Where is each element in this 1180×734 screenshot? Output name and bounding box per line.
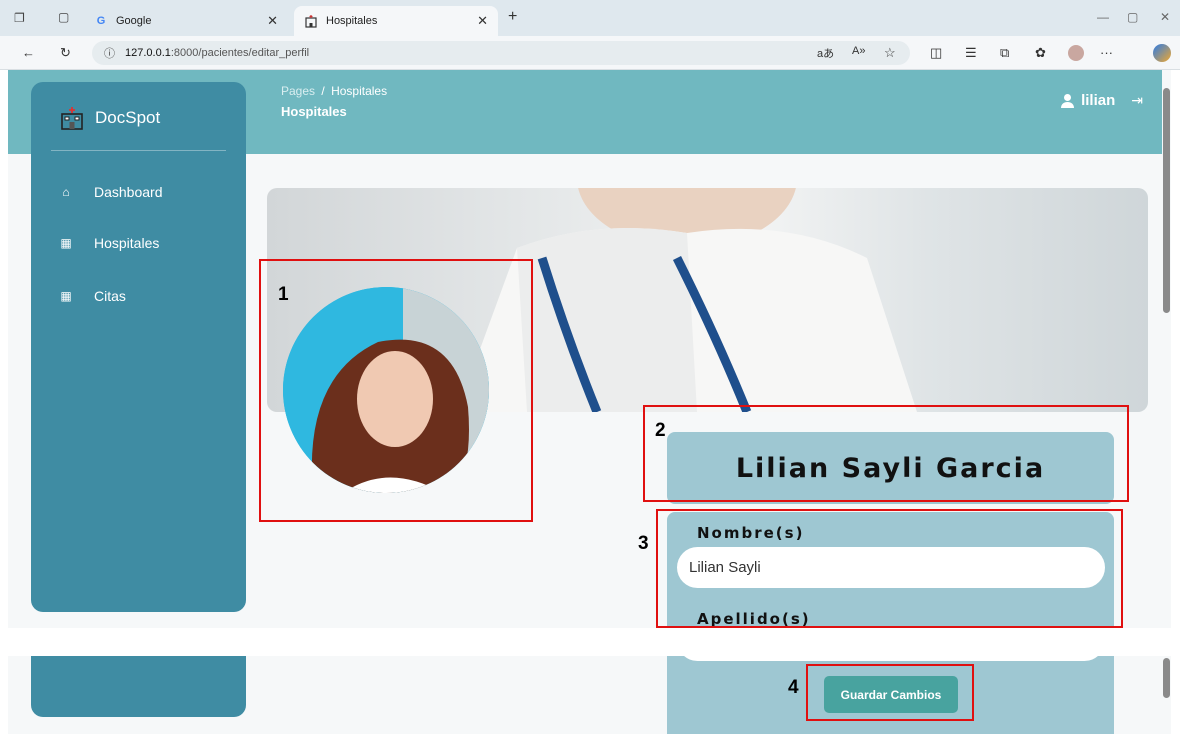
collections-icon[interactable]: ⧉: [1000, 45, 1009, 61]
tab-google-label: Google: [116, 15, 152, 27]
close-tab-icon[interactable]: ✕: [477, 13, 488, 29]
more-icon[interactable]: ···: [1100, 45, 1113, 60]
profile-icon[interactable]: [1068, 45, 1084, 61]
extensions-icon[interactable]: ✿: [1035, 45, 1046, 61]
divider: [51, 150, 226, 151]
scrollbar-lower[interactable]: [1162, 656, 1171, 734]
back-icon[interactable]: ←: [22, 45, 35, 60]
page-title: Hospitales: [281, 104, 347, 119]
scrollbar-thumb[interactable]: [1163, 88, 1170, 313]
screenshot-gap: [0, 628, 1180, 656]
breadcrumb-current: Hospitales: [331, 84, 388, 98]
tab-hospitales[interactable]: Hospitales ✕: [294, 6, 498, 36]
user-menu[interactable]: lilian ⇥: [1060, 92, 1143, 109]
url-host: 127.0.0.1: [125, 47, 171, 59]
sidebar-item-label: Dashboard: [94, 184, 163, 200]
url-field[interactable]: ⓘ 127.0.0.1:8000/pacientes/editar_perfil: [92, 41, 910, 65]
annotation-number-4: 4: [788, 677, 799, 698]
read-aloud-icon[interactable]: A»: [852, 45, 865, 57]
address-bar-row: ← ↻ ⓘ 127.0.0.1:8000/pacientes/editar_pe…: [0, 36, 1180, 70]
close-window-icon[interactable]: ✕: [1160, 10, 1170, 24]
scrollbar[interactable]: [1162, 70, 1171, 628]
restore-icon[interactable]: ▢: [1127, 10, 1138, 24]
building-icon: ▦: [60, 289, 72, 303]
sidebar-item-citas[interactable]: ▦ Citas: [59, 288, 126, 304]
annotation-box-4: [806, 664, 974, 721]
hospital-icon: [59, 106, 85, 130]
apellido-input[interactable]: [677, 656, 1105, 661]
google-icon: G: [96, 15, 106, 27]
minimize-icon[interactable]: —: [1097, 10, 1109, 24]
home-icon: ⌂: [62, 185, 70, 199]
translate-icon[interactable]: aあ: [817, 45, 834, 61]
annotation-number-3: 3: [638, 533, 649, 554]
sidebar-item-label: Hospitales: [94, 235, 160, 251]
new-tab-icon[interactable]: +: [508, 8, 517, 26]
annotation-box-1: [259, 259, 533, 522]
tab-hospitales-label: Hospitales: [326, 15, 378, 27]
brand-name: DocSpot: [95, 108, 161, 127]
brand[interactable]: DocSpot: [59, 106, 160, 130]
sidebar-item-hospitales[interactable]: ▦ Hospitales: [59, 235, 159, 251]
user-icon: [1060, 93, 1075, 108]
workspaces-icon[interactable]: ❐: [14, 11, 25, 25]
favorite-star-icon[interactable]: ☆: [884, 45, 896, 61]
sidebar-item-label: Citas: [94, 288, 126, 304]
building-icon: ▦: [60, 236, 72, 250]
tab-actions-icon[interactable]: ▢: [58, 10, 69, 24]
tab-google[interactable]: G Google ✕: [84, 6, 288, 36]
annotation-number-1: 1: [278, 284, 289, 305]
breadcrumb-root[interactable]: Pages: [281, 84, 315, 98]
refresh-icon[interactable]: ↻: [60, 45, 71, 61]
breadcrumb-separator: /: [321, 84, 325, 98]
hospital-icon: [304, 14, 318, 28]
annotation-number-2: 2: [655, 420, 666, 441]
favorites-icon[interactable]: ☰: [965, 45, 977, 61]
sidebar-bottom: [31, 656, 246, 717]
split-screen-icon[interactable]: ◫: [930, 45, 942, 61]
browser-tab-bar: ❐ ▢ G Google ✕ Hospitales ✕ + — ▢ ✕: [0, 0, 1180, 36]
info-icon[interactable]: ⓘ: [104, 45, 115, 61]
sidebar-item-dashboard[interactable]: ⌂ Dashboard: [59, 184, 163, 200]
close-tab-icon[interactable]: ✕: [267, 13, 278, 29]
annotation-box-3: [656, 509, 1123, 628]
user-name: lilian: [1081, 92, 1116, 109]
page-viewport-lower: Guardar Cambios: [8, 656, 1171, 734]
sidebar: DocSpot ⌂ Dashboard ▦ Hospitales ▦ Citas: [31, 82, 246, 612]
copilot-icon[interactable]: [1153, 44, 1171, 62]
logout-icon[interactable]: ⇥: [1131, 92, 1143, 109]
url-path: :8000/pacientes/editar_perfil: [170, 47, 310, 59]
annotation-box-2: [643, 405, 1129, 502]
scrollbar-thumb[interactable]: [1163, 658, 1170, 698]
breadcrumb: Pages / Hospitales: [281, 84, 387, 98]
